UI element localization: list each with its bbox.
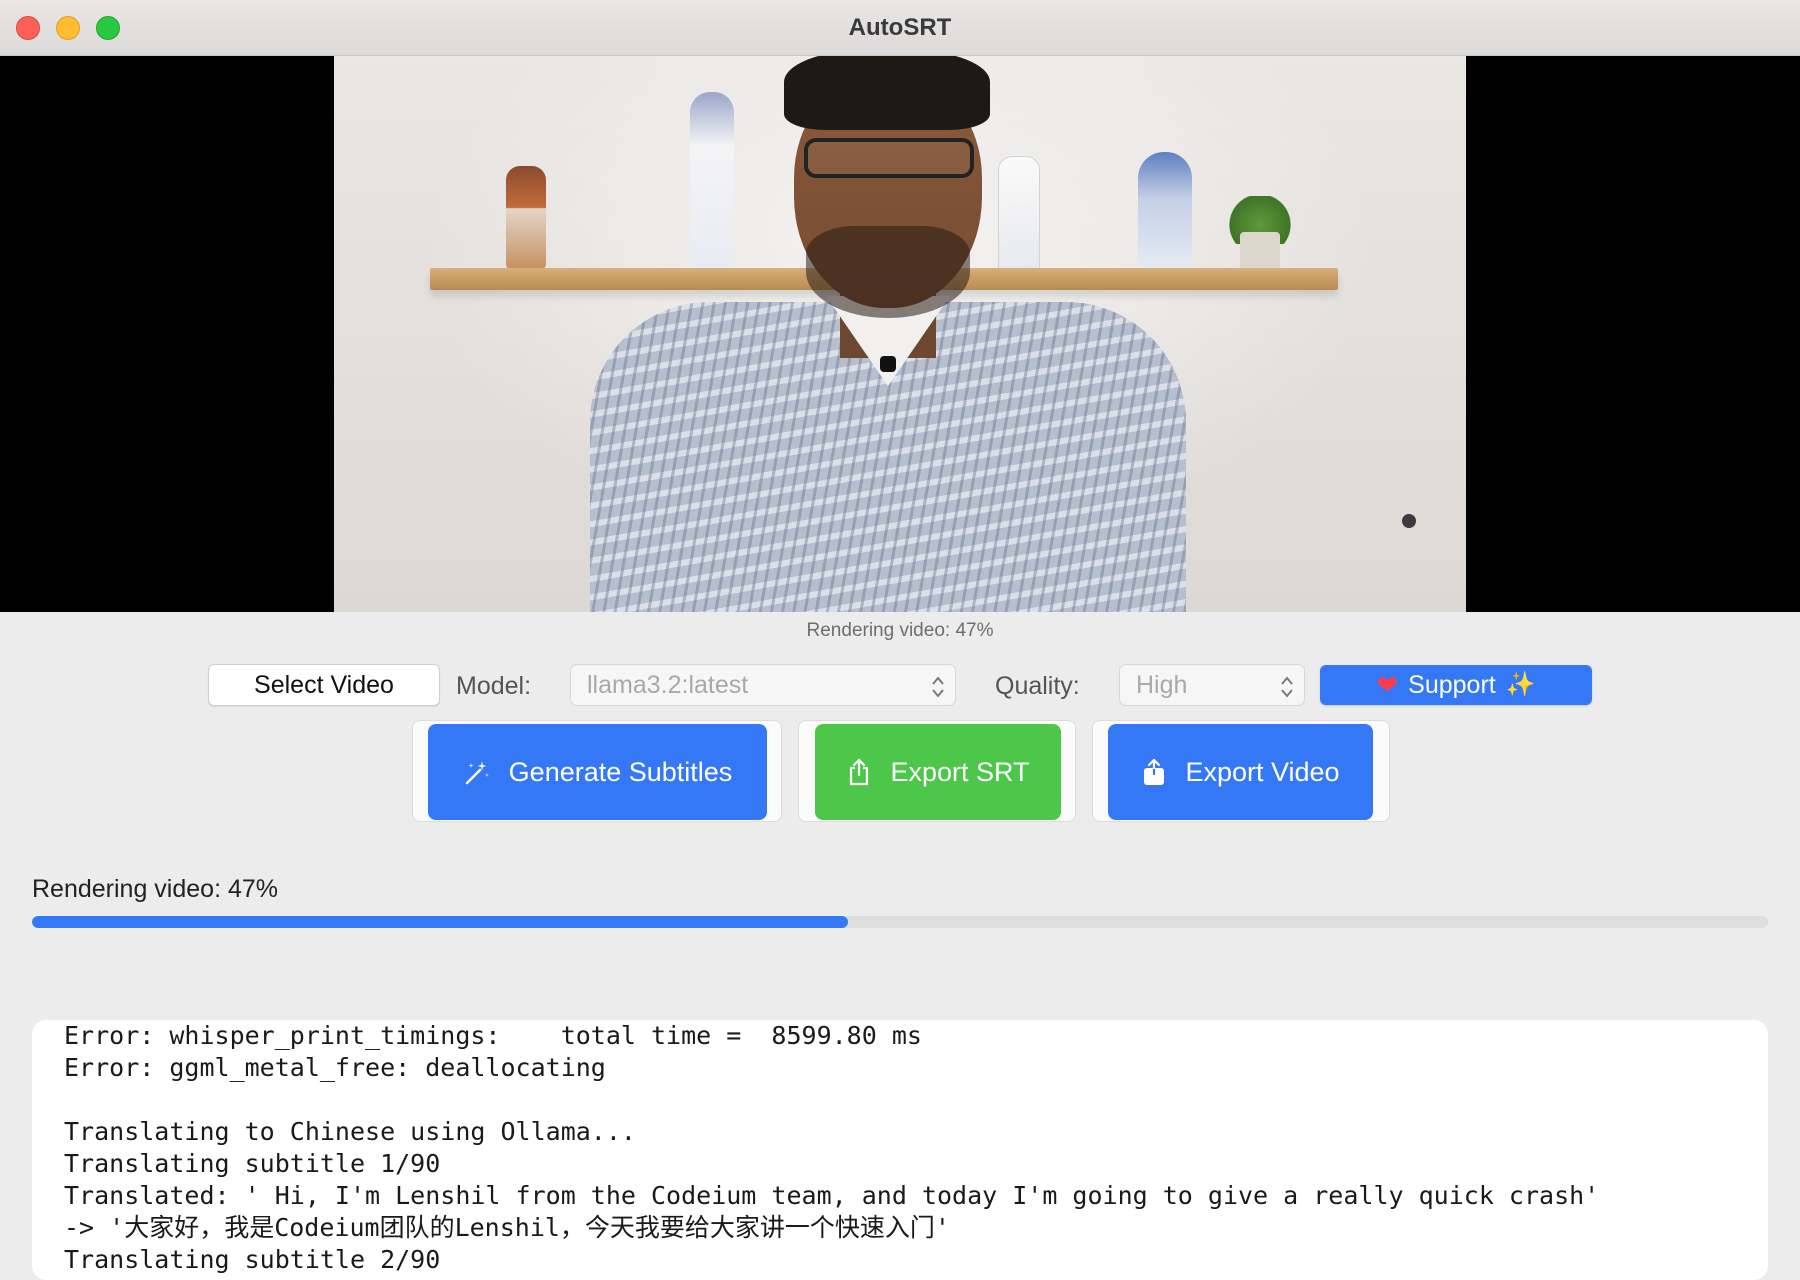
chevron-updown-icon — [1280, 672, 1294, 698]
export-video-button[interactable]: Export Video — [1108, 724, 1373, 820]
log-line: Error: ggml_metal_free: deallocating — [64, 1053, 606, 1082]
progress-bar — [32, 916, 1768, 928]
window-title: AutoSRT — [848, 14, 952, 41]
shelf-bottle — [1138, 152, 1192, 270]
log-line: Translating to Chinese using Ollama... — [64, 1117, 636, 1146]
quality-label: Quality: — [995, 672, 1080, 700]
lapel-mic — [880, 356, 896, 372]
export-srt-label: Export SRT — [890, 756, 1030, 787]
generate-subtitles-label: Generate Subtitles — [508, 756, 733, 787]
log-line: Translating subtitle 1/90 — [64, 1149, 441, 1178]
video-preview — [0, 56, 1800, 612]
presenter-glasses — [804, 138, 974, 178]
generate-subtitles-button[interactable]: Generate Subtitles — [428, 724, 767, 820]
share-icon — [846, 757, 872, 787]
select-video-button[interactable]: Select Video — [208, 664, 440, 706]
log-line: Translating subtitle 2/90 — [64, 1245, 441, 1274]
title-bar: AutoSRT — [0, 0, 1800, 56]
export-video-label: Export Video — [1185, 756, 1340, 787]
progress-label: Rendering video: 47% — [32, 875, 278, 903]
share-filled-icon — [1141, 757, 1167, 787]
log-line: Error: whisper_print_timings: total time… — [64, 1021, 922, 1050]
video-status-caption: Rendering video: 47% — [806, 620, 994, 641]
progress-bar-fill — [32, 916, 848, 928]
export-srt-button[interactable]: Export SRT — [815, 724, 1061, 820]
model-select[interactable]: llama3.2:latest — [570, 664, 956, 706]
log-line: -> '大家好，我是Codeium团队的Lenshil，今天我要给大家讲一个快速… — [64, 1213, 950, 1242]
video-frame — [334, 56, 1466, 612]
log-line: Translated: ' Hi, I'm Lenshil from the C… — [64, 1181, 1600, 1210]
chevron-updown-icon — [931, 672, 945, 698]
shelf-plant-pot — [1240, 232, 1280, 270]
magic-wand-icon — [463, 758, 491, 786]
model-label: Model: — [456, 672, 532, 700]
shelf-bottle — [506, 166, 546, 270]
support-button[interactable]: ❤ Support ✨ — [1320, 665, 1592, 705]
log-output[interactable]: Error: whisper_print_timings: total time… — [32, 1020, 1768, 1280]
quality-select[interactable]: High — [1119, 664, 1305, 706]
quality-select-value: High — [1136, 671, 1188, 699]
heart-icon: ❤ — [1376, 670, 1399, 700]
shelf-bottle — [690, 92, 734, 270]
shelf-bottle — [998, 156, 1040, 272]
support-button-label: Support — [1408, 670, 1496, 699]
model-select-value: llama3.2:latest — [587, 671, 749, 699]
sparkles-icon: ✨ — [1505, 671, 1536, 698]
